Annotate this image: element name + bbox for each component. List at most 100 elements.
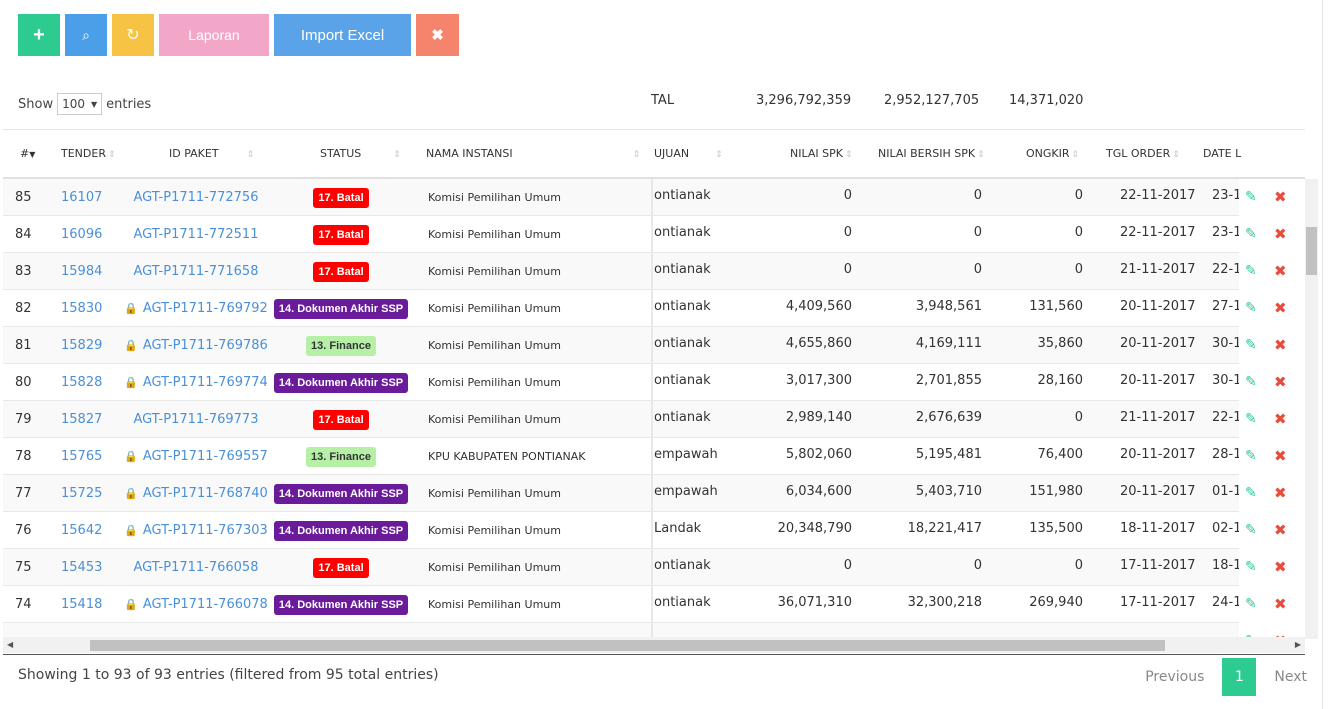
edit-icon[interactable]: ✎ (1245, 586, 1257, 623)
col-date[interactable]: DATE L (1203, 147, 1241, 160)
edit-icon[interactable]: ✎ (1245, 438, 1257, 475)
tender-link[interactable]: 15830 (61, 290, 102, 327)
previous-button[interactable]: Previous (1145, 669, 1204, 685)
nilai-spk-cell: 20,348,790 (777, 521, 852, 536)
col-nilai-bersih[interactable]: NILAI BERSIH SPK ⇕ (878, 147, 985, 160)
tender-link[interactable]: 15725 (61, 475, 102, 512)
vertical-scroll-thumb[interactable] (1306, 227, 1317, 275)
delete-icon[interactable]: ✖ (1274, 586, 1287, 623)
col-tgl-order[interactable]: TGL ORDER ⇕ (1106, 147, 1180, 160)
paket-link[interactable]: AGT-P1711-766058 (134, 560, 259, 575)
tgl-order-cell: 18-11-2017 (1120, 521, 1196, 536)
laporan-button[interactable]: Laporan (159, 14, 269, 56)
edit-icon[interactable]: ✎ (1245, 327, 1257, 364)
edit-icon[interactable]: ✎ (1245, 179, 1257, 216)
tender-link[interactable]: 15418 (61, 586, 102, 623)
status-cell: 14. Dokumen Akhir SSP (271, 290, 411, 327)
paket-link[interactable]: AGT-P1711-771658 (134, 264, 259, 279)
horizontal-scroll-thumb[interactable] (90, 640, 1165, 651)
tgl-order-cell: 21-11-2017 (1120, 262, 1196, 277)
entries-label: entries (106, 96, 152, 112)
add-button[interactable]: + (18, 14, 60, 56)
delete-icon[interactable]: ✖ (1274, 401, 1287, 438)
status-cell: 17. Batal (271, 401, 411, 438)
tgl-order-cell: 20-11-2017 (1120, 373, 1196, 388)
edit-icon[interactable]: ✎ (1245, 216, 1257, 253)
edit-icon[interactable]: ✎ (1245, 475, 1257, 512)
tujuan-cell: ontianak (654, 410, 711, 425)
delete-icon[interactable]: ✖ (1274, 327, 1287, 364)
edit-icon[interactable]: ✎ (1245, 401, 1257, 438)
delete-icon[interactable]: ✖ (1274, 179, 1287, 216)
tender-link[interactable]: 16107 (61, 179, 102, 216)
scroll-left-icon[interactable]: ◀ (7, 640, 13, 649)
edit-icon[interactable]: ✎ (1245, 512, 1257, 549)
delete-icon[interactable]: ✖ (1274, 549, 1287, 586)
footer-divider (3, 654, 1305, 655)
edit-icon[interactable]: ✎ (1245, 253, 1257, 290)
status-badge: 14. Dokumen Akhir SSP (273, 484, 409, 504)
tender-link[interactable]: 16096 (61, 216, 102, 253)
status-cell: 14. Dokumen Akhir SSP (271, 512, 411, 549)
scroll-right-icon[interactable]: ▶ (1295, 640, 1301, 649)
delete-icon[interactable]: ✖ (1274, 475, 1287, 512)
date-cell: 28-1 (1212, 447, 1242, 462)
tender-link[interactable]: 15827 (61, 401, 102, 438)
paket-link[interactable]: AGT-P1711-769773 (134, 412, 259, 427)
edit-icon[interactable]: ✎ (1245, 290, 1257, 327)
edit-icon[interactable]: ✎ (1245, 364, 1257, 401)
actions-cell: ✎✖ (1239, 512, 1305, 549)
delete-icon[interactable]: ✖ (1274, 438, 1287, 475)
delete-icon[interactable]: ✖ (1274, 216, 1287, 253)
delete-icon[interactable]: ✖ (1274, 364, 1287, 401)
delete-icon[interactable]: ✖ (1274, 290, 1287, 327)
tender-link[interactable]: 15642 (61, 512, 102, 549)
col-no[interactable]: #▼ (20, 147, 35, 160)
status-cell: 14. Dokumen Akhir SSP (271, 586, 411, 623)
col-id-paket[interactable]: ID PAKET ⇕ (169, 147, 254, 160)
paket-link[interactable]: AGT-P1711-769792 (143, 301, 268, 316)
paket-link[interactable]: AGT-P1711-766078 (143, 597, 268, 612)
tender-link[interactable]: 15828 (61, 364, 102, 401)
page-1-button[interactable]: 1 (1222, 658, 1257, 696)
row-number: 77 (15, 486, 32, 501)
col-tujuan[interactable]: UJUAN ⇕ (654, 147, 723, 160)
col-nilai-spk[interactable]: NILAI SPK ⇕ (790, 147, 853, 160)
horizontal-scrollbar[interactable]: ◀ ▶ (3, 637, 1305, 653)
paket-link[interactable]: AGT-P1711-767303 (143, 523, 268, 538)
date-cell: 30-1 (1212, 373, 1242, 388)
paket-link[interactable]: AGT-P1711-768740 (143, 486, 268, 501)
paket-cell: AGT-P1711-771658 (121, 253, 271, 290)
tender-link[interactable]: 15984 (61, 253, 102, 290)
nilai-spk-cell: 3,017,300 (785, 373, 852, 388)
paket-link[interactable]: AGT-P1711-769774 (143, 375, 268, 390)
page-scrollbar[interactable] (1322, 0, 1335, 709)
delete-icon[interactable]: ✖ (1274, 253, 1287, 290)
paket-link[interactable]: AGT-P1711-769786 (143, 338, 268, 353)
tender-link[interactable]: 15829 (61, 327, 102, 364)
col-tender[interactable]: TENDER ⇕ (61, 147, 116, 160)
vertical-scrollbar[interactable] (1305, 179, 1318, 639)
status-cell: 17. Batal (271, 549, 411, 586)
search-button[interactable]: ⌕ (65, 14, 107, 56)
paket-link[interactable]: AGT-P1711-769557 (143, 449, 268, 464)
row-number: 75 (15, 560, 32, 575)
col-instansi[interactable]: NAMA INSTANSI ⇕ (426, 147, 640, 160)
delete-icon[interactable]: ✖ (1274, 512, 1287, 549)
refresh-button[interactable]: ↻ (112, 14, 154, 56)
col-ongkir[interactable]: ONGKIR ⇕ (1026, 147, 1079, 160)
tender-link[interactable]: 15453 (61, 549, 102, 586)
col-status[interactable]: STATUS ⇕ (320, 147, 401, 160)
date-cell: 22-1 (1212, 262, 1242, 277)
table-header: #▼ TENDER ⇕ ID PAKET ⇕ STATUS ⇕ NAMA INSTAN… (3, 129, 1305, 179)
close-button[interactable]: ✖ (416, 14, 459, 56)
tender-link[interactable]: 15765 (61, 438, 102, 475)
paket-link[interactable]: AGT-P1711-772511 (134, 227, 259, 242)
nilai-spk-cell: 36,071,310 (777, 595, 852, 610)
nilai-bersih-cell: 0 (973, 188, 982, 203)
edit-icon[interactable]: ✎ (1245, 549, 1257, 586)
import-excel-button[interactable]: Import Excel (274, 14, 411, 56)
paket-link[interactable]: AGT-P1711-772756 (134, 190, 259, 205)
entries-select[interactable]: 100 ▼ (57, 93, 103, 115)
next-button[interactable]: Next (1274, 669, 1307, 685)
